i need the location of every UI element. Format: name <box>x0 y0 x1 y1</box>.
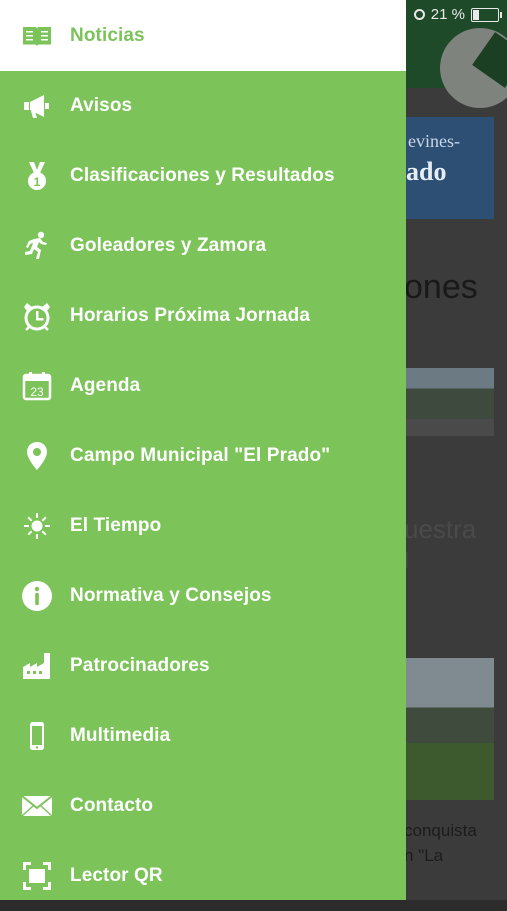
background-section-title: ones <box>404 268 478 306</box>
drawer-item-el-tiempo[interactable]: El Tiempo <box>0 491 406 561</box>
drawer-item-label: Campo Municipal "El Prado" <box>70 445 331 466</box>
drawer-item-agenda[interactable]: 23 Agenda <box>0 351 406 421</box>
qr-scan-icon <box>19 858 55 894</box>
drawer-item-label: Normativa y Consejos <box>70 585 272 606</box>
banner-text-line1: evines- <box>408 131 460 151</box>
navigation-drawer: Noticias Avisos 1 Clasificaciones y Resu… <box>0 0 406 900</box>
svg-text:23: 23 <box>30 385 44 399</box>
alarm-status-icon <box>413 9 425 20</box>
drawer-item-contacto[interactable]: Contacto <box>0 771 406 841</box>
factory-icon <box>19 648 55 684</box>
battery-icon <box>471 7 502 22</box>
drawer-item-label: Clasificaciones y Resultados <box>70 165 335 186</box>
drawer-item-label: Horarios Próxima Jornada <box>70 305 310 326</box>
info-icon <box>19 578 55 614</box>
drawer-item-patrocinadores[interactable]: Patrocinadores <box>0 631 406 701</box>
map-pin-icon <box>19 438 55 474</box>
drawer-item-label: Patrocinadores <box>70 655 210 676</box>
drawer-item-goleadores[interactable]: Goleadores y Zamora <box>0 211 406 281</box>
banner-text-line2: ado <box>406 157 447 186</box>
background-photo[interactable] <box>406 368 494 436</box>
article-text-line2: n "La <box>404 846 444 865</box>
drawer-item-label: Noticias <box>70 24 145 46</box>
drawer-item-avisos[interactable]: Avisos <box>0 71 406 141</box>
newspaper-icon <box>19 18 55 54</box>
background-article-text[interactable]: conquista n "La <box>404 818 477 868</box>
drawer-item-normativa[interactable]: Normativa y Consejos <box>0 561 406 631</box>
drawer-item-campo-municipal[interactable]: Campo Municipal "El Prado" <box>0 421 406 491</box>
drawer-item-label: Contacto <box>70 795 154 816</box>
calendar-icon: 23 <box>19 368 55 404</box>
drawer-item-multimedia[interactable]: Multimedia <box>0 701 406 771</box>
drawer-item-clasificaciones[interactable]: 1 Clasificaciones y Resultados <box>0 141 406 211</box>
background-photo-field[interactable] <box>406 658 494 800</box>
article-text-line1: conquista <box>404 821 477 840</box>
drawer-item-lector-qr[interactable]: Lector QR <box>0 841 406 911</box>
drawer-item-label: Agenda <box>70 375 141 396</box>
background-banner: evines- ado <box>406 117 494 219</box>
sun-icon <box>19 508 55 544</box>
smartphone-icon <box>19 718 55 754</box>
drawer-item-noticias[interactable]: Noticias <box>0 0 406 71</box>
drawer-item-label: Lector QR <box>70 865 163 886</box>
status-bar: 21 % <box>413 6 502 23</box>
drawer-item-label: Goleadores y Zamora <box>70 235 267 256</box>
background-article-title[interactable]: uestra <box>404 514 476 545</box>
drawer-item-label: El Tiempo <box>70 515 162 536</box>
runner-icon <box>19 228 55 264</box>
drawer-item-label: Multimedia <box>70 725 171 746</box>
envelope-icon <box>19 788 55 824</box>
drawer-item-horarios[interactable]: Horarios Próxima Jornada <box>0 281 406 351</box>
alarm-clock-icon <box>19 298 55 334</box>
battery-percent: 21 % <box>430 6 465 23</box>
megaphone-icon <box>19 88 55 124</box>
svg-text:1: 1 <box>34 175 41 189</box>
medal-icon: 1 <box>19 158 55 194</box>
drawer-item-label: Avisos <box>70 95 133 116</box>
